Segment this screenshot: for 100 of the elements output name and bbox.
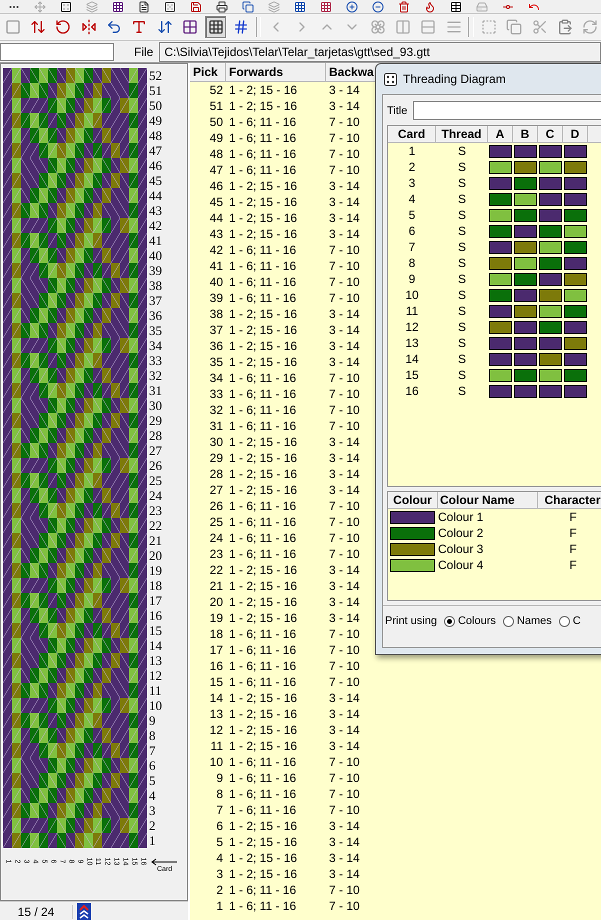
colour-swatch[interactable]: [514, 144, 537, 158]
colour-swatch[interactable]: [489, 224, 512, 238]
colour-swatch[interactable]: [489, 288, 512, 302]
colour-swatch[interactable]: [564, 320, 587, 334]
colour-swatch[interactable]: [564, 240, 587, 254]
colour-swatch[interactable]: [539, 352, 562, 366]
column-header[interactable]: Colour: [388, 492, 438, 508]
colour-swatch[interactable]: [564, 272, 587, 286]
colour-swatch[interactable]: [489, 160, 512, 174]
file-path-field[interactable]: C:\Silvia\Tejidos\Telar\Telar_tarjetas\gtt\sed_93.gtt: [159, 42, 601, 62]
colour-swatch[interactable]: [564, 384, 587, 398]
radio-option[interactable]: Names: [502, 615, 552, 627]
colour-swatch[interactable]: [489, 240, 512, 254]
printer-icon[interactable]: [216, 1, 228, 13]
grid-icon[interactable]: [294, 1, 306, 13]
colour-swatch[interactable]: [514, 336, 537, 350]
grid-icon[interactable]: [320, 1, 332, 13]
colour-swatch[interactable]: [489, 192, 512, 206]
document-icon[interactable]: [138, 1, 150, 13]
colour-swatch[interactable]: [539, 304, 562, 318]
colour-swatch[interactable]: [564, 224, 587, 238]
colour-swatch[interactable]: [514, 176, 537, 190]
copy-icon[interactable]: [242, 1, 254, 13]
save-icon[interactable]: [190, 1, 202, 13]
colour-swatch[interactable]: [539, 336, 562, 350]
colour-swatch[interactable]: [514, 160, 537, 174]
colour-swatch[interactable]: [489, 384, 512, 398]
colour-swatch[interactable]: [489, 256, 512, 270]
column-header[interactable]: Pick: [190, 63, 226, 81]
colour-swatch[interactable]: [564, 208, 587, 222]
colour-swatch[interactable]: [390, 542, 435, 556]
colour-swatch[interactable]: [539, 160, 562, 174]
toolbar-button[interactable]: [204, 16, 226, 38]
column-header[interactable]: C: [538, 126, 563, 142]
colour-swatch[interactable]: [564, 336, 587, 350]
colour-swatch[interactable]: [539, 272, 562, 286]
title-field[interactable]: [413, 101, 601, 120]
column-header[interactable]: B: [513, 126, 538, 142]
column-header[interactable]: Colour Name: [438, 492, 538, 508]
colour-swatch[interactable]: [489, 144, 512, 158]
column-header[interactable]: D: [563, 126, 588, 142]
colour-swatch[interactable]: [539, 384, 562, 398]
colour-swatch[interactable]: [539, 288, 562, 302]
colour-swatch[interactable]: [489, 336, 512, 350]
colour-swatch[interactable]: [489, 176, 512, 190]
colour-swatch[interactable]: [514, 224, 537, 238]
colour-swatch[interactable]: [514, 192, 537, 206]
input-field[interactable]: [0, 42, 114, 60]
column-header[interactable]: Forwards: [226, 63, 326, 81]
colour-swatch[interactable]: [539, 192, 562, 206]
colour-swatch[interactable]: [564, 160, 587, 174]
colour-swatch[interactable]: [539, 240, 562, 254]
colour-swatch[interactable]: [564, 256, 587, 270]
colour-swatch[interactable]: [489, 352, 512, 366]
plus-icon[interactable]: [346, 1, 358, 13]
colour-swatch[interactable]: [564, 304, 587, 318]
column-header[interactable]: A: [488, 126, 513, 142]
colour-swatch[interactable]: [514, 272, 537, 286]
colour-swatch[interactable]: [539, 208, 562, 222]
table-icon[interactable]: [450, 1, 462, 13]
colour-swatch[interactable]: [539, 176, 562, 190]
colour-swatch[interactable]: [514, 240, 537, 254]
colour-swatch[interactable]: [564, 288, 587, 302]
colour-swatch[interactable]: [489, 304, 512, 318]
colour-swatch[interactable]: [514, 288, 537, 302]
colour-swatch[interactable]: [539, 224, 562, 238]
radio-option[interactable]: C: [558, 615, 581, 627]
colour-swatch[interactable]: [564, 352, 587, 366]
colour-swatch[interactable]: [514, 352, 537, 366]
colour-swatch[interactable]: [564, 192, 587, 206]
colour-swatch[interactable]: [390, 526, 435, 540]
colour-swatch[interactable]: [539, 320, 562, 334]
colour-swatch[interactable]: [539, 368, 562, 382]
colour-swatch[interactable]: [514, 368, 537, 382]
colour-swatch[interactable]: [514, 256, 537, 270]
colour-swatch[interactable]: [489, 272, 512, 286]
colour-swatch[interactable]: [489, 320, 512, 334]
colour-swatch[interactable]: [514, 208, 537, 222]
colour-swatch[interactable]: [514, 384, 537, 398]
colour-swatch[interactable]: [489, 208, 512, 222]
colour-swatch[interactable]: [539, 144, 562, 158]
colour-swatch[interactable]: [564, 144, 587, 158]
dice-icon[interactable]: [60, 1, 72, 13]
column-header[interactable]: Character: [538, 492, 601, 508]
dice-icon[interactable]: [164, 1, 176, 13]
colour-swatch[interactable]: [514, 304, 537, 318]
colour-swatch[interactable]: [390, 558, 435, 572]
column-header[interactable]: Card: [388, 126, 436, 142]
colour-swatch[interactable]: [564, 176, 587, 190]
flame-icon[interactable]: [424, 1, 436, 13]
grid-icon[interactable]: [112, 1, 124, 13]
trash-icon[interactable]: [398, 1, 410, 13]
radio-option[interactable]: Colours: [444, 615, 496, 627]
colour-swatch[interactable]: [564, 368, 587, 382]
undo-icon[interactable]: [528, 1, 540, 13]
colour-swatch[interactable]: [539, 256, 562, 270]
colour-swatch[interactable]: [390, 510, 435, 524]
column-header[interactable]: Thread: [436, 126, 488, 142]
colour-swatch[interactable]: [514, 320, 537, 334]
colour-swatch[interactable]: [489, 368, 512, 382]
